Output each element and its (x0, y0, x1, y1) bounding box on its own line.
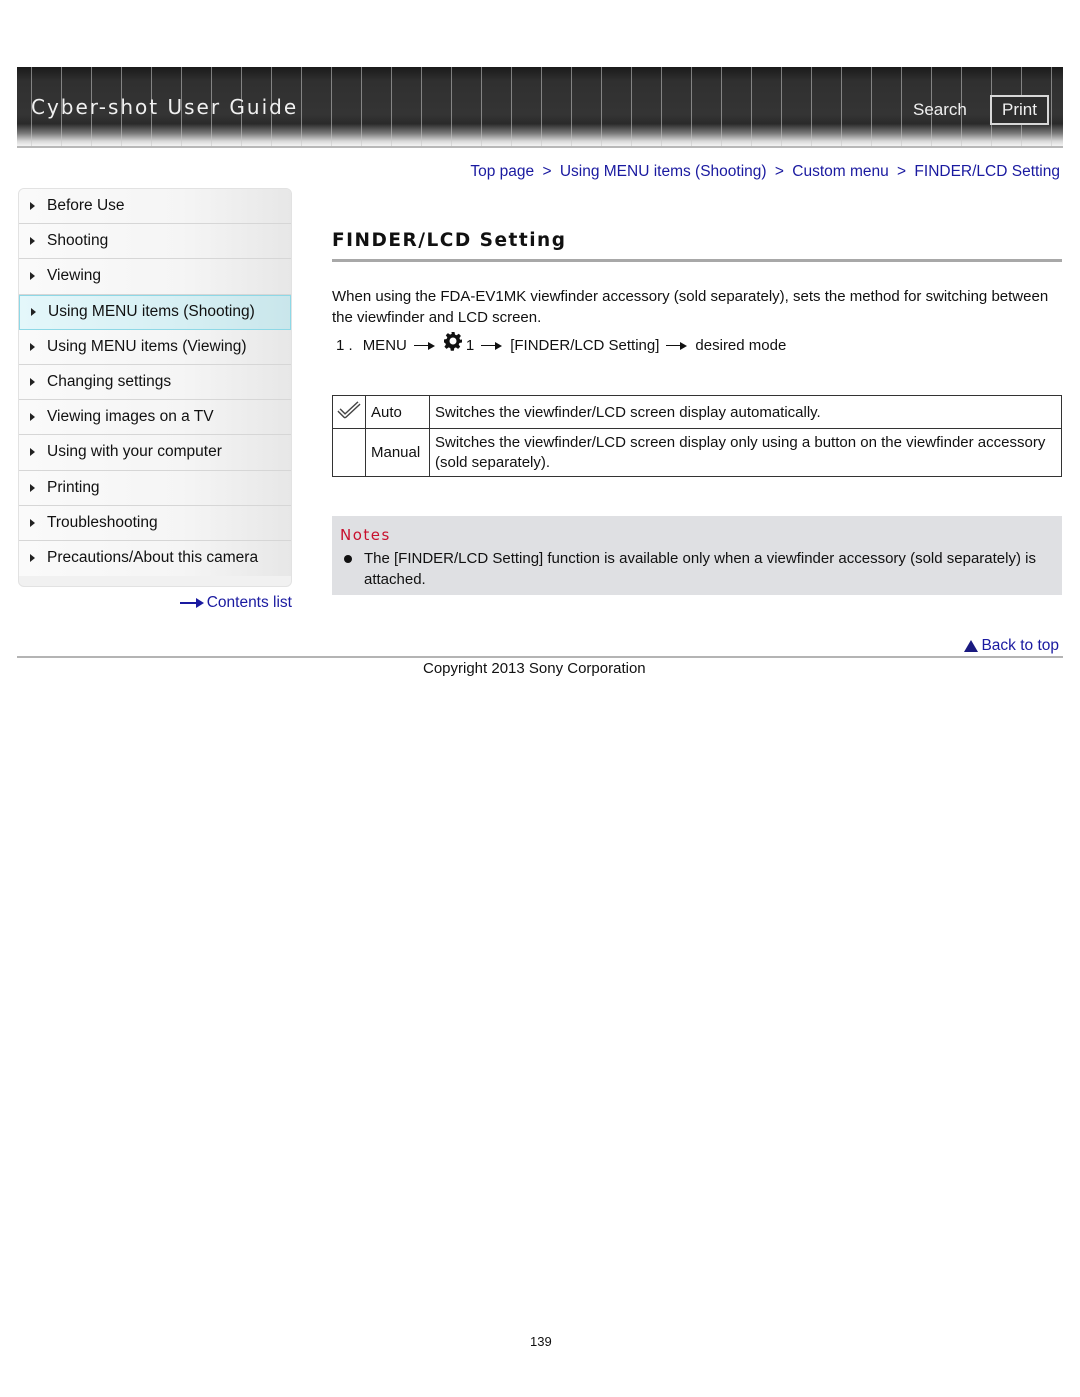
sidebar-item-using-menu-items-shooting[interactable]: Using MENU items (Shooting) (19, 294, 291, 330)
sidebar-item-using-menu-items-viewing[interactable]: Using MENU items (Viewing) (19, 329, 291, 365)
default-marker-cell (332, 395, 366, 429)
triangle-up-icon (964, 640, 979, 652)
caret-right-icon (30, 413, 35, 422)
step-tab-number: 1 (465, 337, 475, 354)
contents-list-label: Contents list (206, 594, 292, 611)
app-title: Cyber-shot User Guide (31, 95, 299, 119)
step-number: 1 . (336, 337, 353, 354)
breadcrumb-separator: > (774, 163, 784, 180)
arrow-right-icon (413, 341, 436, 350)
caret-right-icon (30, 518, 35, 527)
caret-right-icon (30, 272, 35, 281)
sidebar-item-precautions[interactable]: Precautions/About this camera (19, 540, 291, 577)
caret-right-icon (31, 308, 36, 317)
mode-name: Manual (365, 428, 430, 477)
breadcrumb-custom-menu[interactable]: Custom menu (792, 163, 888, 180)
gear-icon (443, 331, 462, 351)
sidebar-item-label: Changing settings (47, 373, 172, 391)
breadcrumb-top-page[interactable]: Top page (470, 163, 534, 180)
sidebar-item-label: Using with your computer (47, 443, 222, 461)
sidebar-item-label: Precautions/About this camera (47, 549, 259, 567)
arrow-right-icon (179, 598, 204, 608)
breadcrumb-separator: > (897, 163, 907, 180)
notes-box: Notes The [FINDER/LCD Setting] function … (332, 516, 1062, 595)
sidebar-item-changing-settings[interactable]: Changing settings (19, 364, 291, 401)
caret-right-icon (30, 378, 35, 387)
step-target: desired mode (695, 337, 787, 354)
sidebar-item-label: Before Use (47, 197, 125, 215)
empty-marker-cell (332, 428, 366, 477)
caret-right-icon (30, 483, 35, 492)
note-text: The [FINDER/LCD Setting] function is ava… (364, 550, 1036, 588)
step-menu: MENU (362, 337, 407, 354)
breadcrumb-finder-lcd-setting[interactable]: FINDER/LCD Setting (914, 163, 1060, 180)
notes-title: Notes (340, 526, 391, 544)
page-title: FINDER/LCD Setting (332, 230, 567, 251)
breadcrumb: Top page > Using MENU items (Shooting) >… (470, 163, 1060, 181)
back-to-top-label: Back to top (981, 637, 1059, 654)
sidebar-nav: Before Use Shooting Viewing Using MENU i… (18, 188, 292, 587)
title-divider (332, 259, 1062, 262)
sidebar-item-label: Using MENU items (Shooting) (48, 303, 255, 321)
sidebar-item-before-use[interactable]: Before Use (19, 189, 291, 225)
bullet-icon (344, 555, 352, 563)
sidebar-item-viewing[interactable]: Viewing (19, 259, 291, 295)
modes-table: Auto Switches the viewfinder/LCD screen … (332, 395, 1062, 477)
sidebar-item-label: Using MENU items (Viewing) (47, 337, 247, 355)
footer-divider (17, 656, 1063, 658)
back-to-top-link[interactable]: Back to top (964, 637, 1059, 655)
sidebar-item-shooting[interactable]: Shooting (19, 224, 291, 260)
arrow-right-icon (666, 341, 688, 350)
note-item: The [FINDER/LCD Setting] function is ava… (340, 548, 1054, 590)
arrow-right-icon (481, 341, 503, 350)
mode-description: Switches the viewfinder/LCD screen displ… (429, 395, 1062, 429)
sidebar-item-printing[interactable]: Printing (19, 470, 291, 506)
print-button[interactable]: Print (990, 95, 1049, 125)
header-divider (17, 146, 1063, 148)
intro-text: When using the FDA-EV1MK viewfinder acce… (332, 288, 1049, 326)
sidebar-item-label: Shooting (47, 232, 109, 250)
search-link[interactable]: Search (913, 100, 967, 120)
caret-right-icon (30, 342, 35, 351)
sidebar-item-label: Troubleshooting (47, 513, 158, 531)
sidebar-item-using-with-computer[interactable]: Using with your computer (19, 435, 291, 471)
sidebar-item-label: Viewing (47, 267, 102, 285)
sidebar-item-label: Viewing images on a TV (47, 408, 214, 426)
mode-description: Switches the viewfinder/LCD screen displ… (429, 428, 1062, 477)
caret-right-icon (30, 554, 35, 563)
caret-right-icon (30, 237, 35, 246)
caret-right-icon (30, 448, 35, 457)
breadcrumb-separator: > (542, 163, 552, 180)
step-setting: [FINDER/LCD Setting] (510, 337, 660, 354)
sidebar-item-viewing-images-on-tv[interactable]: Viewing images on a TV (19, 400, 291, 436)
mode-name: Auto (365, 395, 430, 429)
menu-step: 1 . MENU 1 [FINDER/LCD Setting] desired … (336, 331, 787, 354)
checkmark-icon (337, 401, 361, 419)
table-row: Manual Switches the viewfinder/LCD scree… (332, 428, 1062, 477)
header-banner: Cyber-shot User Guide Search Print (17, 67, 1063, 146)
caret-right-icon (30, 202, 35, 211)
copyright: Copyright 2013 Sony Corporation (423, 660, 646, 677)
sidebar-item-label: Printing (47, 478, 100, 496)
breadcrumb-using-menu-items-shooting[interactable]: Using MENU items (Shooting) (560, 163, 767, 180)
sidebar-item-troubleshooting[interactable]: Troubleshooting (19, 505, 291, 541)
contents-list-link[interactable]: Contents list (179, 594, 292, 612)
page-number: 139 (530, 1334, 552, 1349)
table-row: Auto Switches the viewfinder/LCD screen … (332, 395, 1062, 429)
